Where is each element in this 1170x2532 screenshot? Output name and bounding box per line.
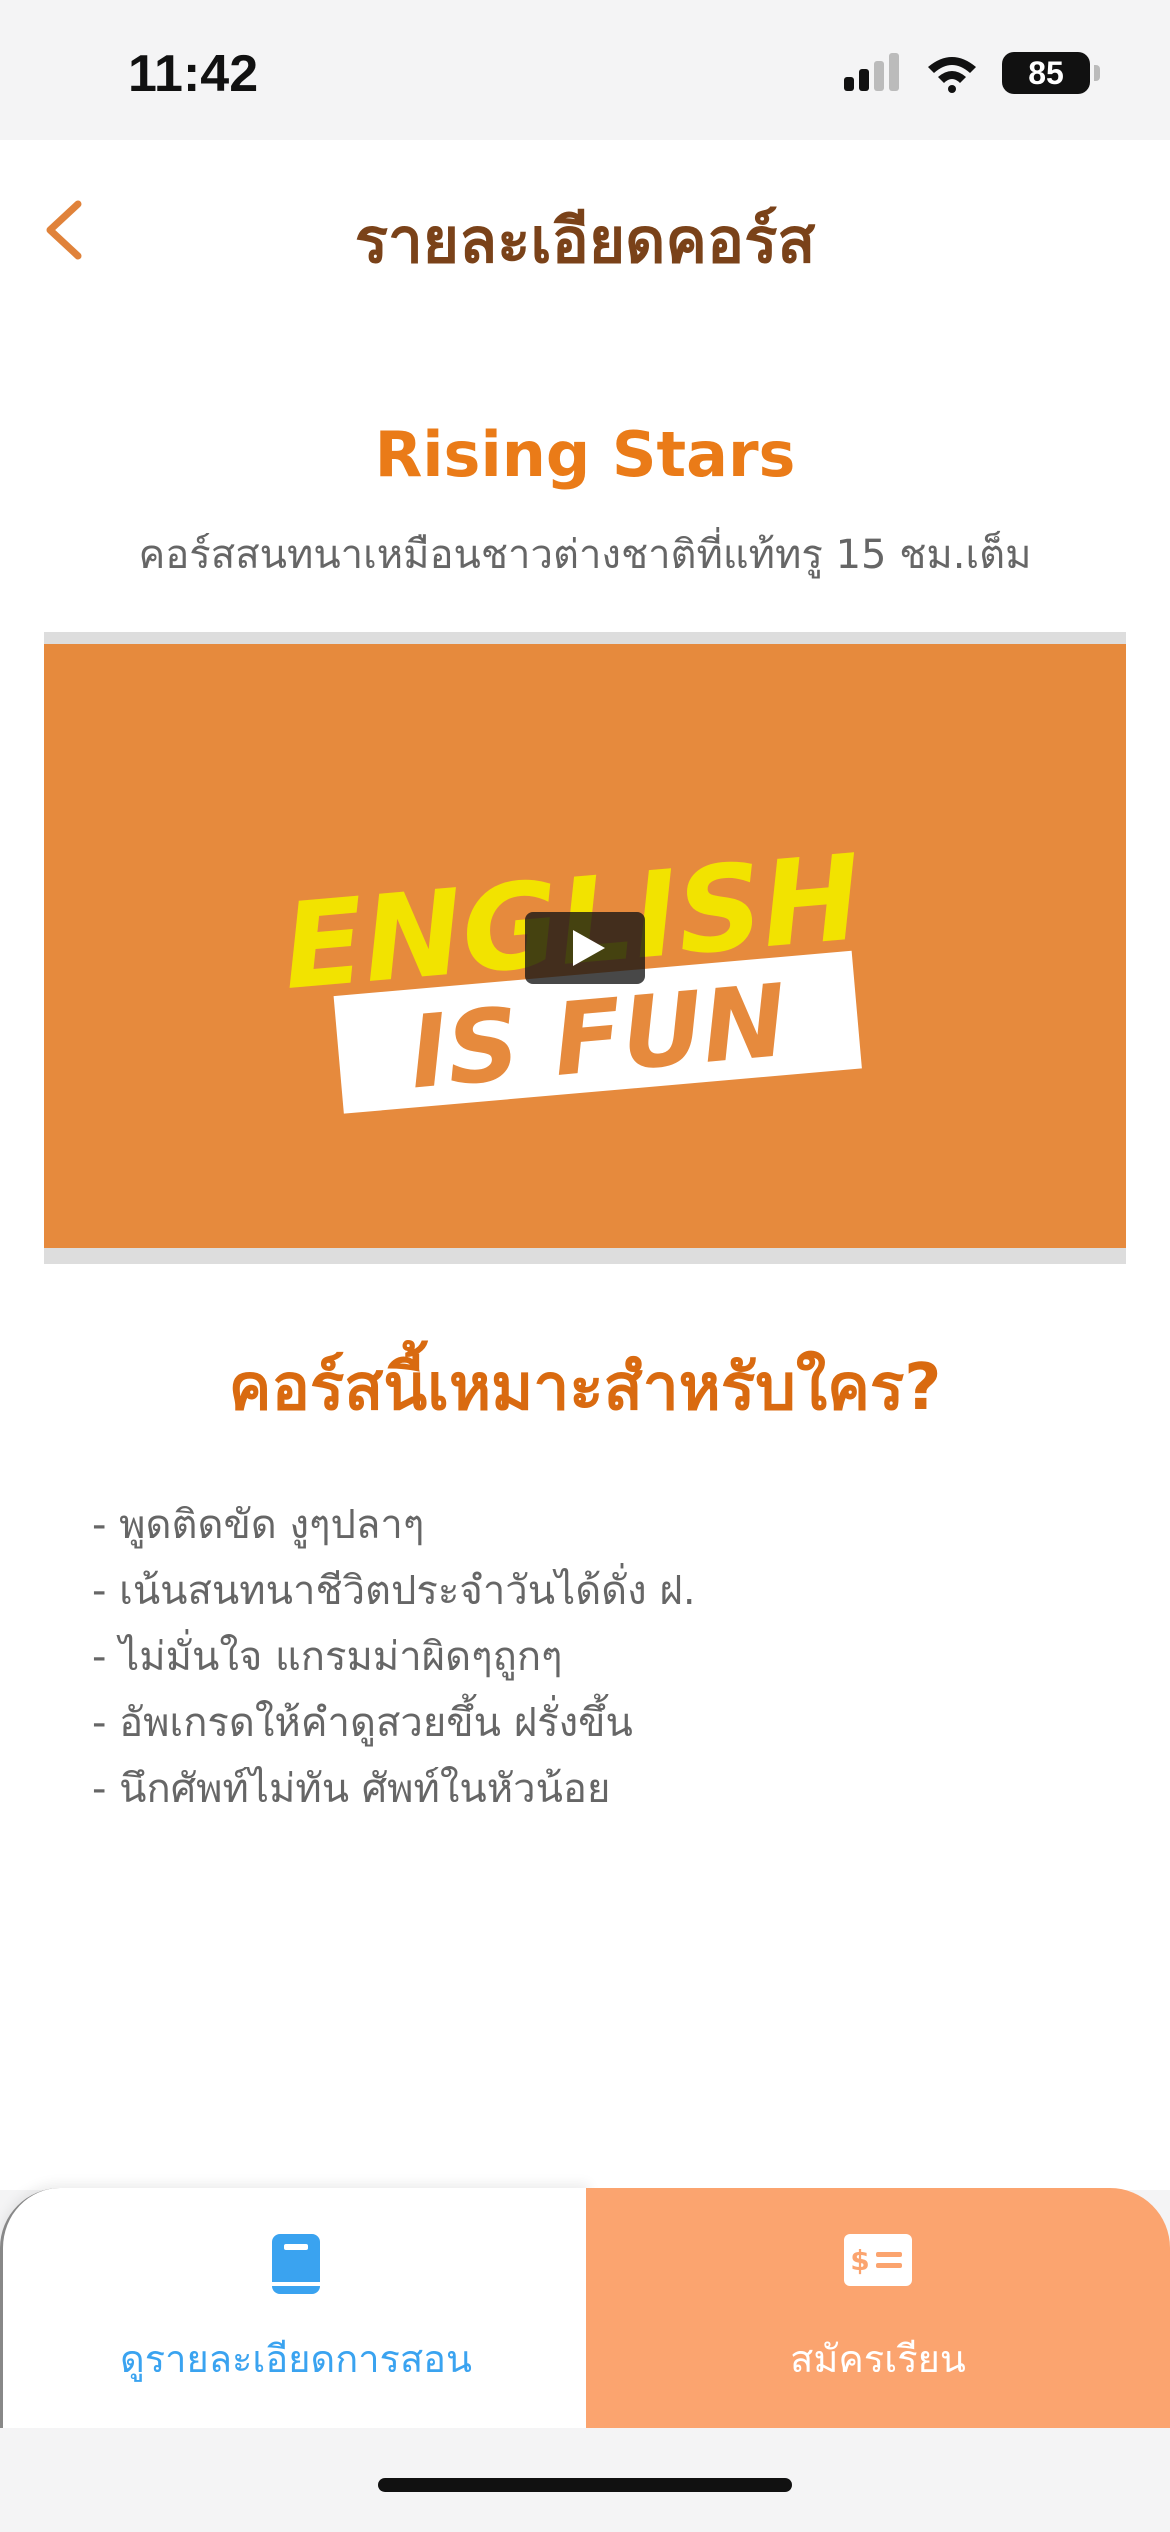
bottom-action-bar: ดูรายละเอียดการสอน $ สมัครเรียน	[0, 2188, 1170, 2428]
enroll-label: สมัครเรียน	[790, 2337, 966, 2381]
view-teaching-detail-label: ดูรายละเอียดการสอน	[120, 2337, 472, 2381]
video-thumbnail: ENGLISH IS FUN	[44, 644, 1126, 1248]
list-item: - นึกศัพท์ไม่ทัน ศัพท์ในหัวน้อย	[92, 1766, 611, 1812]
audience-list: - พูดติดขัด งูๆปลาๆ - เน้นสนทนาชีวิตประจ…	[92, 1492, 696, 1822]
course-video[interactable]: ENGLISH IS FUN	[44, 632, 1126, 1264]
enroll-button[interactable]: $ สมัครเรียน	[586, 2188, 1170, 2428]
list-item: - อัพเกรดให้คำดูสวยขึ้น ฝรั่งขึ้น	[92, 1700, 633, 1746]
cellular-signal-icon	[844, 53, 899, 91]
home-indicator[interactable]	[378, 2478, 792, 2492]
battery-indicator: 85	[1002, 52, 1100, 94]
view-teaching-detail-button[interactable]: ดูรายละเอียดการสอน	[0, 2188, 589, 2428]
book-icon	[272, 2234, 320, 2294]
status-time: 11:42	[128, 45, 259, 103]
list-item: - พูดติดขัด งูๆปลาๆ	[92, 1502, 425, 1548]
wifi-icon	[928, 57, 976, 93]
status-icons: 85	[844, 52, 1100, 94]
status-bar: 11:42 85	[0, 0, 1170, 140]
course-subtitle: คอร์สสนทนาเหมือนชาวต่างชาติที่แท้ทรู 15 …	[138, 532, 1032, 578]
list-item: - ไม่มั่นใจ แกรมม่าผิดๆถูกๆ	[92, 1634, 563, 1680]
ticket-price-icon: $	[844, 2234, 912, 2286]
play-button[interactable]	[525, 912, 645, 984]
home-indicator-area	[0, 2428, 1170, 2532]
svg-text:$: $	[850, 2244, 869, 2277]
course-detail-screen: รายละเอียดคอร์ส Rising Stars คอร์สสนทนาเ…	[0, 140, 1170, 2190]
audience-heading: คอร์สนี้เหมาะสำหรับใคร?	[228, 1351, 942, 1425]
page-title: รายละเอียดคอร์ส	[354, 204, 816, 277]
list-item: - เน้นสนทนาชีวิตประจำวันได้ดั่ง ฝ.	[92, 1568, 696, 1614]
course-name: Rising Stars	[374, 418, 796, 491]
